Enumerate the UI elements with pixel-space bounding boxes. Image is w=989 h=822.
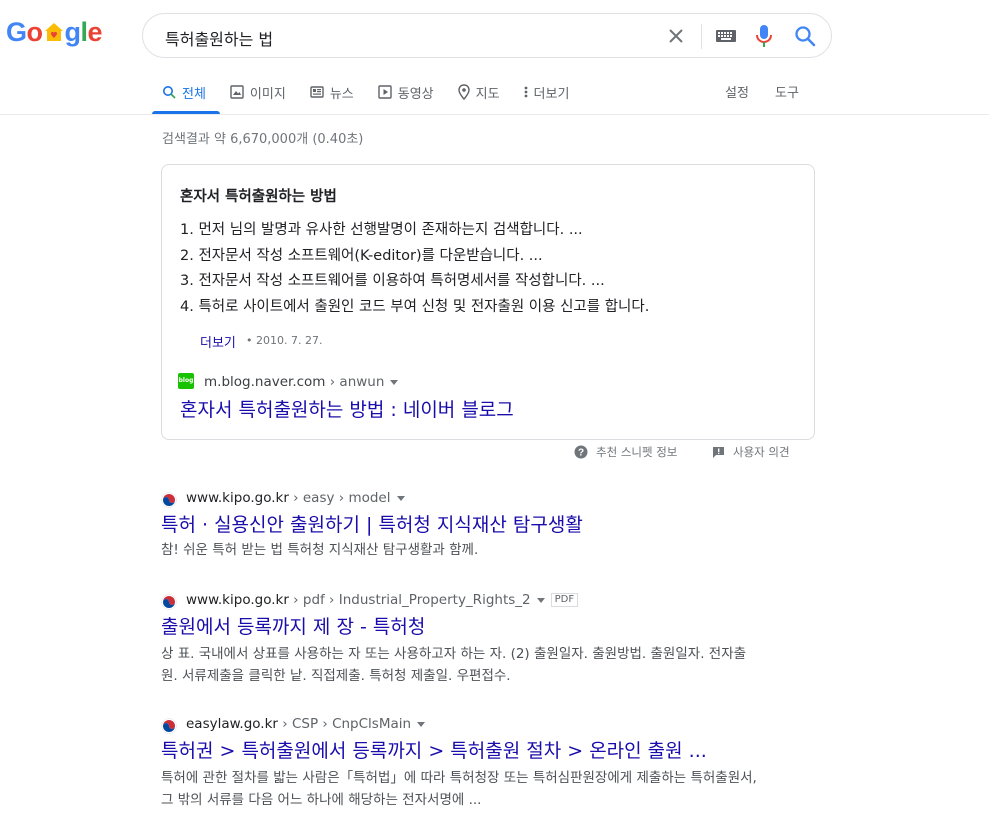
search-result: www.kipo.go.kr › easy › model 특허 · 실용신안 …: [161, 490, 781, 570]
tab-more[interactable]: 더보기: [524, 82, 569, 102]
search-box[interactable]: 특허출원하는 법: [142, 13, 832, 58]
search-icon: [163, 86, 176, 99]
video-icon: [378, 85, 392, 99]
feedback-link[interactable]: 사용자 의견: [712, 444, 790, 460]
list-item: 2. 전자문서 작성 소프트웨어(K-editor)를 다운받습니다. ...: [180, 247, 543, 264]
search-icon[interactable]: [793, 24, 817, 48]
featured-snippet: 혼자서 특허출원하는 방법 1. 먼저 님의 발명과 유사한 선행발명이 존재하…: [161, 164, 815, 440]
tab-all[interactable]: 전체: [162, 82, 206, 102]
keyboard-icon[interactable]: [715, 27, 737, 45]
about-snippet[interactable]: ? 추천 스니펫 정보: [574, 444, 677, 460]
snippet-date: • 2010. 7. 27.: [246, 334, 323, 347]
list-item: 1. 먼저 님의 발명과 유사한 선행발명이 존재하는지 검색합니다. ...: [180, 222, 583, 238]
tab-images[interactable]: 이미지: [230, 82, 286, 102]
tab-maps[interactable]: 지도: [457, 82, 500, 102]
result-title[interactable]: 특허권 > 특허출원에서 등록까지 > 특허출원 절차 > 온라인 출원 ...: [161, 736, 707, 763]
snippet-title: 혼자서 특허출원하는 방법: [180, 189, 337, 205]
more-link[interactable]: 더보기: [200, 332, 236, 351]
easylaw-favicon: [161, 718, 177, 734]
kipo-favicon: [161, 594, 177, 610]
search-result: easylaw.go.kr › CSP › CnpClsMain 특허권 > 특…: [161, 716, 781, 816]
help-icon: ?: [574, 445, 588, 459]
header-divider: [0, 114, 989, 115]
result-title[interactable]: 특허 · 실용신안 출원하기 | 특허청 지식재산 탐구생활: [161, 510, 583, 537]
pdf-badge: PDF: [550, 593, 579, 607]
chevron-down-icon[interactable]: [390, 379, 399, 385]
result-url[interactable]: easylaw.go.kr › CSP › CnpClsMain: [186, 716, 426, 732]
tab-news[interactable]: 뉴스: [310, 82, 354, 102]
microphone-icon[interactable]: [753, 23, 775, 49]
search-divider: [701, 24, 702, 49]
tab-videos[interactable]: 동영상: [378, 82, 434, 102]
result-url[interactable]: www.kipo.go.kr › pdf › Industrial_Proper…: [186, 592, 579, 608]
result-description: 참! 쉬운 특허 받는 법 특허청 지식재산 탐구생활과 함께.: [161, 542, 479, 558]
settings-link[interactable]: 설정: [725, 82, 749, 101]
chevron-down-icon[interactable]: [396, 495, 405, 501]
search-input[interactable]: 특허출원하는 법: [165, 26, 273, 50]
snippet-link[interactable]: 혼자서 특허출원하는 방법 : 네이버 블로그: [180, 395, 514, 422]
more-icon: [524, 86, 527, 98]
tools-link[interactable]: 도구: [775, 82, 799, 101]
snippet-list: 1. 먼저 님의 발명과 유사한 선행발명이 존재하는지 검색합니다. ... …: [180, 218, 649, 320]
search-tabs: 전체 이미지 뉴스 동영상 지도 더보기: [162, 82, 593, 102]
search-result: www.kipo.go.kr › pdf › Industrial_Proper…: [161, 592, 781, 692]
svg-text:?: ?: [578, 448, 584, 459]
doodle-house-icon: [43, 17, 65, 48]
result-description: 상 표. 국내에서 상표를 사용하는 자 또는 사용하고자 하는 자. (2) …: [161, 646, 747, 684]
result-stats: 검색결과 약 6,670,000개 (0.40초): [162, 132, 364, 147]
kipo-favicon: [161, 492, 177, 508]
map-pin-icon: [457, 84, 470, 100]
result-url[interactable]: www.kipo.go.kr › easy › model: [186, 490, 405, 506]
result-title[interactable]: 출원에서 등록까지 제 장 - 특허청: [161, 612, 425, 639]
list-item: 4. 특허로 사이트에서 출원인 코드 부여 신청 및 전자출원 이용 신고를 …: [180, 298, 650, 315]
clear-icon[interactable]: [665, 25, 687, 47]
image-icon: [230, 85, 244, 99]
news-icon: [310, 86, 324, 98]
feedback-icon: [713, 446, 724, 458]
google-logo[interactable]: G o g l e: [6, 17, 103, 53]
list-item: 3. 전자문서 작성 소프트웨어를 이용하여 특허명세서를 작성합니다. ...: [180, 273, 605, 289]
snippet-url[interactable]: m.blog.naver.com › anwun: [204, 374, 399, 390]
chevron-down-icon[interactable]: [417, 721, 426, 727]
naver-blog-favicon: blog: [178, 373, 194, 389]
chevron-down-icon[interactable]: [536, 597, 545, 603]
result-description: 특허에 관한 절차를 밟는 사람은「특허법」에 따라 특허청장 또는 특허심판원…: [161, 770, 757, 808]
